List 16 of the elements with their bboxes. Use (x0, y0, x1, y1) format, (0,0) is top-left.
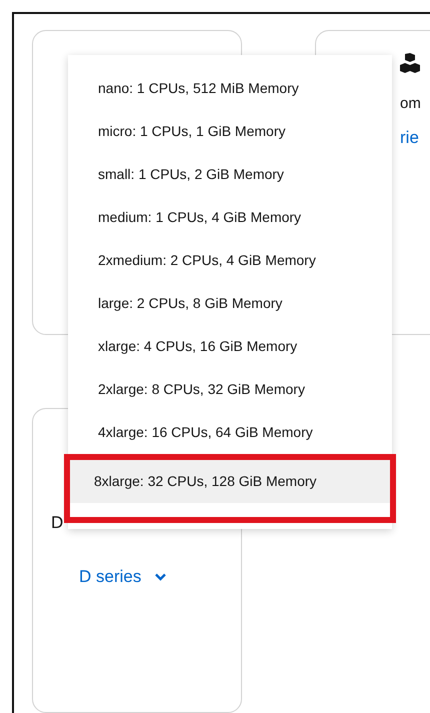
menu-item[interactable]: medium: 1 CPUs, 4 GiB Memory (68, 196, 392, 239)
series-link[interactable]: rie (400, 128, 419, 148)
menu-item[interactable]: micro: 1 CPUs, 1 GiB Memory (68, 110, 392, 153)
menu-item[interactable]: large: 2 CPUs, 8 GiB Memory (68, 282, 392, 325)
menu-item[interactable]: 2xmedium: 2 CPUs, 4 GiB Memory (68, 239, 392, 282)
menu-item[interactable]: xlarge: 4 CPUs, 16 GiB Memory (68, 325, 392, 368)
card-title: D (51, 513, 64, 533)
cubes-icon (400, 53, 420, 75)
menu-item[interactable]: 2xlarge: 8 CPUs, 32 GiB Memory (68, 368, 392, 411)
menu-item[interactable]: 4xlarge: 16 CPUs, 64 GiB Memory (68, 411, 392, 454)
menu-item[interactable]: nano: 1 CPUs, 512 MiB Memory (68, 67, 392, 110)
menu-item[interactable]: 8xlarge: 32 CPUs, 128 GiB Memory (70, 460, 390, 503)
card-description: om (400, 95, 421, 112)
chevron-down-icon (155, 573, 166, 581)
menu-item[interactable]: small: 1 CPUs, 2 GiB Memory (68, 153, 392, 196)
series-link[interactable]: D series (79, 567, 166, 587)
